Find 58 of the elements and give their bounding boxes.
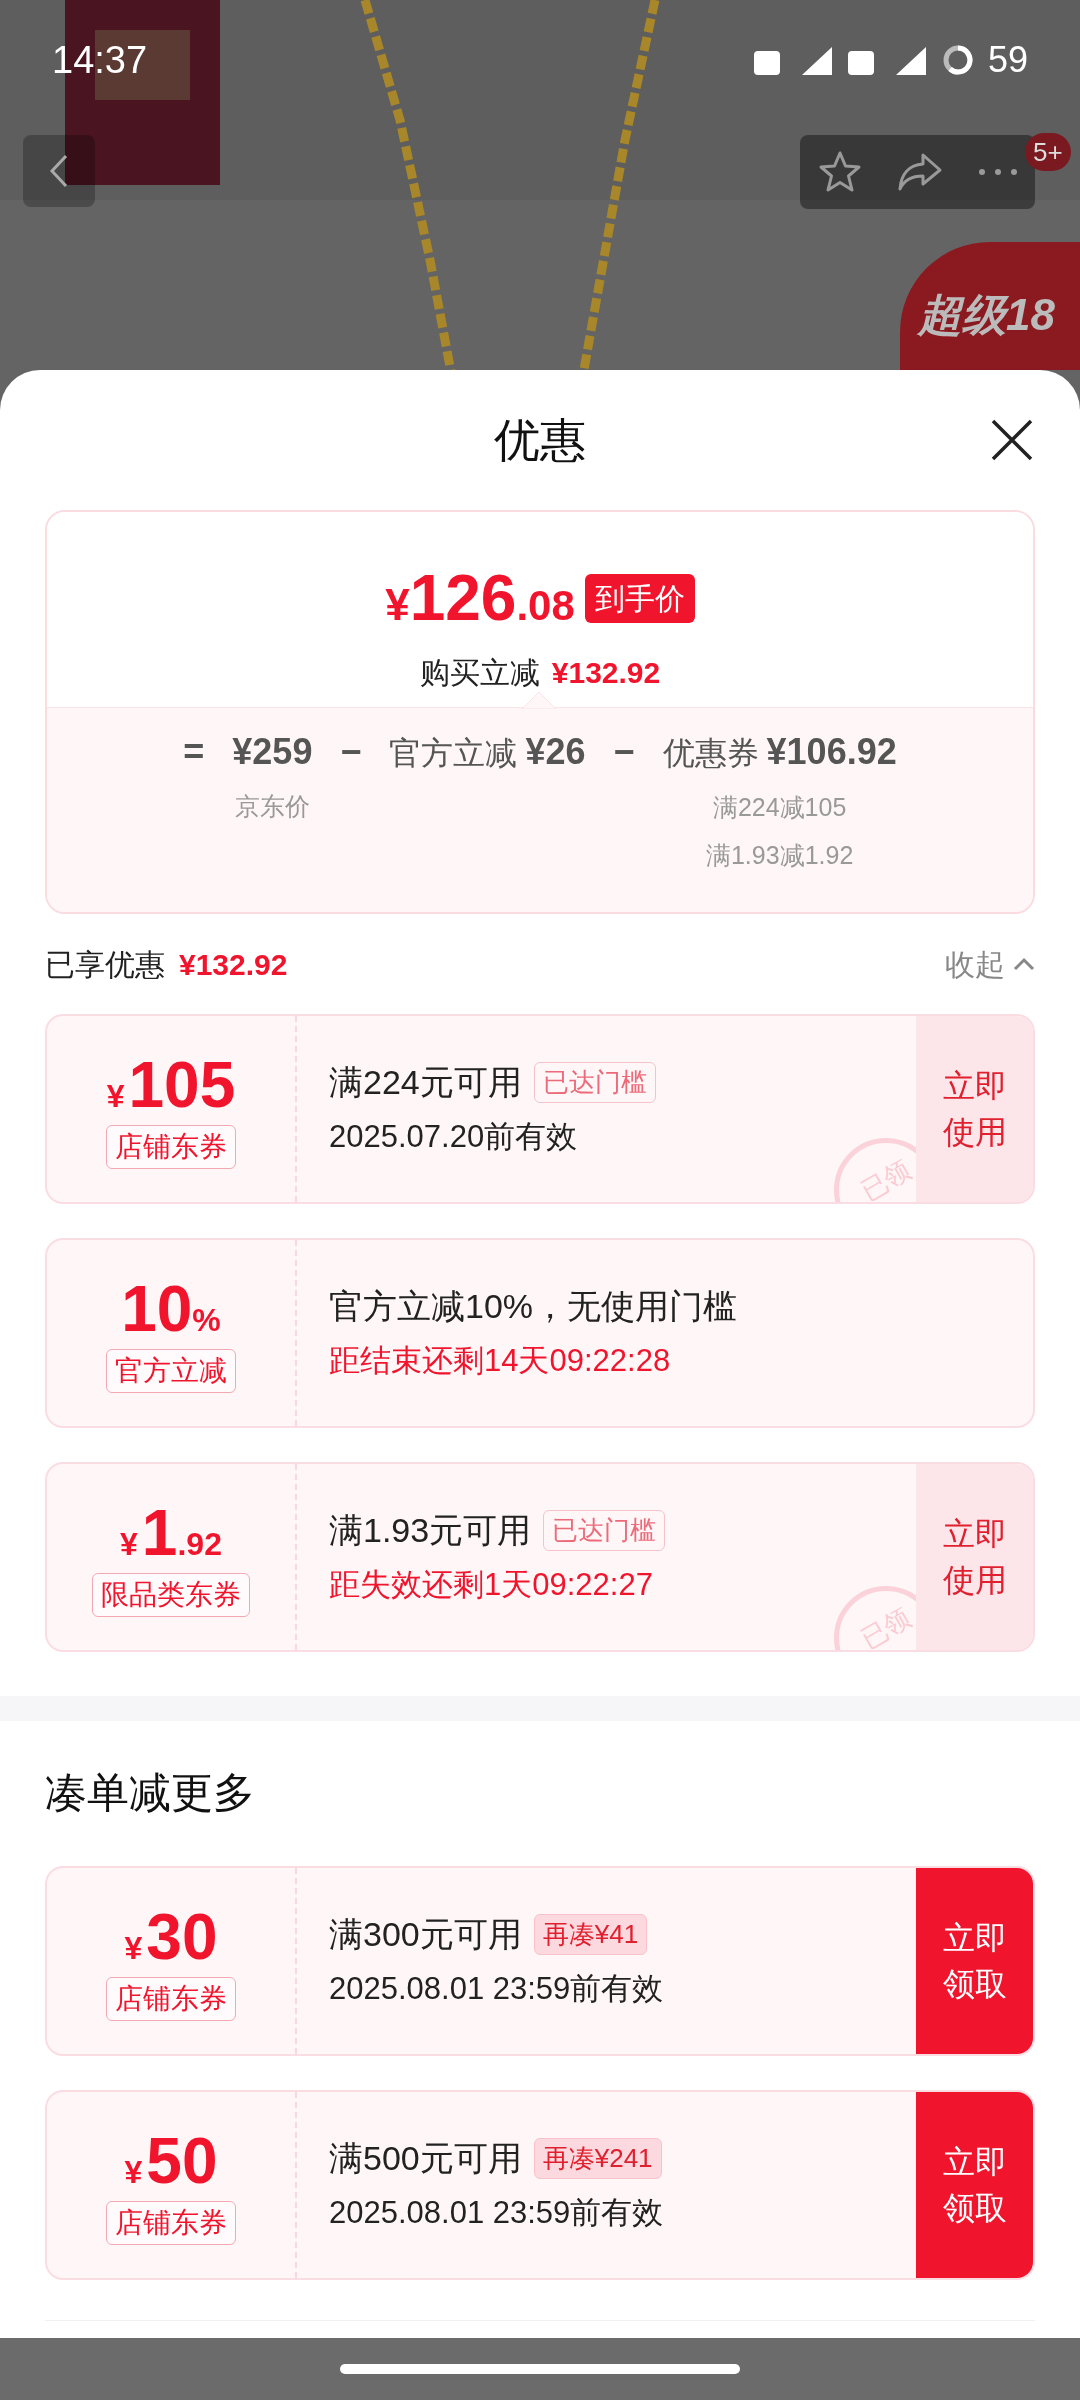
term-amount: ¥26 bbox=[525, 730, 586, 774]
enjoyed-amount: ¥132.92 bbox=[179, 946, 288, 983]
coupon-condition: 满500元可用 bbox=[329, 2138, 522, 2180]
final-price: ¥126.08 bbox=[385, 561, 575, 636]
term-label: 优惠券 bbox=[662, 734, 759, 773]
back-button[interactable] bbox=[23, 135, 95, 207]
coupon-amount: ¥50 bbox=[124, 2125, 218, 2197]
coupon-action-button[interactable]: 立即领取 bbox=[916, 1868, 1033, 2054]
enjoyed-label: 已享优惠 bbox=[45, 946, 165, 983]
coupon-validity: 2025.08.01 23:59前有效 bbox=[329, 2194, 665, 2233]
term-note: 满1.93减1.92 bbox=[705, 839, 854, 871]
more-icon[interactable] bbox=[977, 168, 1018, 176]
coupon-amount: ¥30 bbox=[124, 1901, 218, 1973]
coupon-action-button[interactable]: 立即使用 bbox=[916, 1464, 1033, 1650]
share-icon[interactable] bbox=[896, 152, 943, 192]
sheet-title: 优惠 bbox=[494, 412, 586, 468]
coupon-validity: 2025.07.20前有效 bbox=[329, 1118, 579, 1157]
coupon-type-tag: 店铺东券 bbox=[106, 1125, 236, 1169]
saving-amount: ¥132.92 bbox=[551, 655, 661, 691]
coupon-type-tag: 店铺东券 bbox=[106, 2201, 236, 2245]
battery-level: 59 bbox=[987, 38, 1028, 82]
formula-operator: − bbox=[613, 730, 635, 774]
term-note: 京东价 bbox=[234, 791, 310, 822]
coupon-type-tag: 官方立减 bbox=[106, 1349, 236, 1393]
coupon-validity: 距结束还剩14天09:22:28 bbox=[329, 1342, 672, 1381]
term-amount: ¥259 bbox=[232, 730, 313, 774]
battery-icon bbox=[941, 44, 974, 76]
coupon-condition: 满224元可用 bbox=[329, 1062, 522, 1104]
saving-label: 购买立减 bbox=[419, 655, 540, 691]
coupon-type-tag: 限品类东券 bbox=[92, 1573, 250, 1617]
price-tag: 到手价 bbox=[584, 573, 695, 623]
coupon-condition: 满300元可用 bbox=[329, 1914, 522, 1956]
collapse-toggle[interactable]: 收起 bbox=[945, 941, 1035, 987]
coupon-amount: 10% bbox=[121, 1273, 221, 1345]
formula-operator: − bbox=[340, 730, 362, 774]
threshold-tag: 再凑¥241 bbox=[533, 2138, 662, 2180]
coupon-amount: ¥1.92 bbox=[120, 1497, 222, 1569]
back-icon bbox=[49, 154, 69, 188]
promo-badge[interactable]: 超级18 bbox=[900, 242, 1080, 370]
coupon-validity: 2025.08.01 23:59前有效 bbox=[329, 1970, 665, 2009]
coupon-type-tag: 店铺东券 bbox=[106, 1977, 236, 2021]
star-icon[interactable] bbox=[817, 150, 862, 194]
formula-operator: = bbox=[183, 730, 205, 774]
close-icon bbox=[990, 418, 1034, 462]
coupon-condition: 官方立减10%，无使用门槛 bbox=[329, 1286, 738, 1328]
status-time: 14:37 bbox=[52, 37, 148, 83]
threshold-tag: 已达门槛 bbox=[543, 1510, 666, 1552]
coupon-condition: 满1.93元可用 bbox=[329, 1510, 532, 1552]
coupon-validity: 距失效还剩1天09:22:27 bbox=[329, 1566, 654, 1605]
threshold-tag: 再凑¥41 bbox=[533, 1914, 648, 1956]
coupon-action-button[interactable]: 立即使用 bbox=[916, 1016, 1033, 1202]
term-label: 官方立减 bbox=[389, 734, 518, 773]
coupon-amount: ¥105 bbox=[106, 1049, 236, 1121]
term-amount: ¥106.92 bbox=[766, 730, 897, 774]
coupon-action-button[interactable]: 立即领取 bbox=[916, 2092, 1033, 2278]
section-title: 凑单减更多 bbox=[45, 1768, 256, 1818]
term-note: 满224减105 bbox=[712, 792, 847, 823]
threshold-tag: 已达门槛 bbox=[533, 1062, 656, 1104]
